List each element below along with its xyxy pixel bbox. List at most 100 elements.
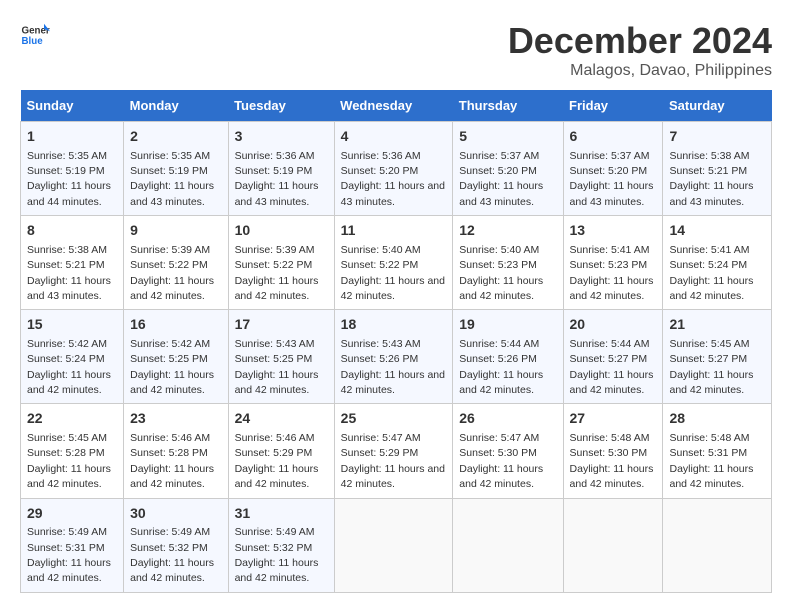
cell-info: Sunrise: 5:46 AMSunset: 5:29 PMDaylight:… xyxy=(235,432,319,490)
calendar-cell: 7 Sunrise: 5:38 AMSunset: 5:21 PMDaylight… xyxy=(663,122,772,216)
calendar-cell: 6Sunrise: 5:37 AMSunset: 5:20 PMDaylight… xyxy=(563,122,663,216)
calendar-cell: 14 Sunrise: 5:41 AMSunset: 5:24 PMDayligh… xyxy=(663,216,772,310)
day-number: 24 xyxy=(235,409,328,429)
cell-info: Sunrise: 5:37 AMSunset: 5:20 PMDaylight:… xyxy=(570,150,654,208)
cell-info: Sunrise: 5:47 AMSunset: 5:29 PMDaylight:… xyxy=(341,432,445,490)
calendar-cell: 15 Sunrise: 5:42 AMSunset: 5:24 PMDayligh… xyxy=(21,310,124,404)
calendar-cell: 16 Sunrise: 5:42 AMSunset: 5:25 PMDayligh… xyxy=(124,310,228,404)
calendar-cell: 27Sunrise: 5:48 AMSunset: 5:30 PMDayligh… xyxy=(563,404,663,498)
day-number: 23 xyxy=(130,409,221,429)
title-area: December 2024 Malagos, Davao, Philippine… xyxy=(508,20,772,80)
cell-info: Sunrise: 5:49 AMSunset: 5:32 PMDaylight:… xyxy=(235,526,319,584)
day-number: 25 xyxy=(341,409,447,429)
cell-info: Sunrise: 5:35 AMSunset: 5:19 PMDaylight:… xyxy=(27,150,111,208)
day-number: 9 xyxy=(130,221,221,241)
cell-info: Sunrise: 5:40 AMSunset: 5:22 PMDaylight:… xyxy=(341,244,445,302)
header-thursday: Thursday xyxy=(453,90,563,122)
calendar-cell xyxy=(453,498,563,592)
cell-info: Sunrise: 5:37 AMSunset: 5:20 PMDaylight:… xyxy=(459,150,543,208)
logo: General Blue xyxy=(20,20,50,50)
calendar-cell: 9 Sunrise: 5:39 AMSunset: 5:22 PMDaylight… xyxy=(124,216,228,310)
calendar-cell: 1 Sunrise: 5:35 AMSunset: 5:19 PMDaylight… xyxy=(21,122,124,216)
calendar-cell: 23Sunrise: 5:46 AMSunset: 5:28 PMDayligh… xyxy=(124,404,228,498)
header-row: SundayMondayTuesdayWednesdayThursdayFrid… xyxy=(21,90,772,122)
cell-info: Sunrise: 5:42 AMSunset: 5:25 PMDaylight:… xyxy=(130,338,214,396)
calendar-week-row: 8Sunrise: 5:38 AMSunset: 5:21 PMDaylight… xyxy=(21,216,772,310)
header-saturday: Saturday xyxy=(663,90,772,122)
day-number: 14 xyxy=(669,221,765,241)
cell-info: Sunrise: 5:42 AMSunset: 5:24 PMDaylight:… xyxy=(27,338,111,396)
cell-info: Sunrise: 5:40 AMSunset: 5:23 PMDaylight:… xyxy=(459,244,543,302)
day-number: 28 xyxy=(669,409,765,429)
calendar-cell: 5 Sunrise: 5:37 AMSunset: 5:20 PMDaylight… xyxy=(453,122,563,216)
calendar-cell: 28 Sunrise: 5:48 AMSunset: 5:31 PMDayligh… xyxy=(663,404,772,498)
day-number: 19 xyxy=(459,315,556,335)
calendar-cell: 24 Sunrise: 5:46 AMSunset: 5:29 PMDayligh… xyxy=(228,404,334,498)
calendar-cell: 4Sunrise: 5:36 AMSunset: 5:20 PMDaylight… xyxy=(334,122,453,216)
calendar-cell: 11 Sunrise: 5:40 AMSunset: 5:22 PMDayligh… xyxy=(334,216,453,310)
cell-info: Sunrise: 5:41 AMSunset: 5:24 PMDaylight:… xyxy=(669,244,753,302)
day-number: 7 xyxy=(669,127,765,147)
calendar-cell: 12 Sunrise: 5:40 AMSunset: 5:23 PMDayligh… xyxy=(453,216,563,310)
day-number: 17 xyxy=(235,315,328,335)
calendar-week-row: 22 Sunrise: 5:45 AMSunset: 5:28 PMDayligh… xyxy=(21,404,772,498)
day-number: 29 xyxy=(27,504,117,524)
cell-info: Sunrise: 5:45 AMSunset: 5:27 PMDaylight:… xyxy=(669,338,753,396)
calendar-cell: 21Sunrise: 5:45 AMSunset: 5:27 PMDayligh… xyxy=(663,310,772,404)
cell-info: Sunrise: 5:36 AMSunset: 5:20 PMDaylight:… xyxy=(341,150,445,208)
calendar-cell xyxy=(563,498,663,592)
calendar-cell: 8Sunrise: 5:38 AMSunset: 5:21 PMDaylight… xyxy=(21,216,124,310)
cell-info: Sunrise: 5:44 AMSunset: 5:26 PMDaylight:… xyxy=(459,338,543,396)
header-wednesday: Wednesday xyxy=(334,90,453,122)
cell-info: Sunrise: 5:49 AMSunset: 5:32 PMDaylight:… xyxy=(130,526,214,584)
calendar-cell xyxy=(334,498,453,592)
cell-info: Sunrise: 5:39 AMSunset: 5:22 PMDaylight:… xyxy=(235,244,319,302)
day-number: 30 xyxy=(130,504,221,524)
calendar-cell: 17Sunrise: 5:43 AMSunset: 5:25 PMDayligh… xyxy=(228,310,334,404)
calendar-cell: 25 Sunrise: 5:47 AMSunset: 5:29 PMDayligh… xyxy=(334,404,453,498)
header-friday: Friday xyxy=(563,90,663,122)
cell-info: Sunrise: 5:45 AMSunset: 5:28 PMDaylight:… xyxy=(27,432,111,490)
calendar-week-row: 15 Sunrise: 5:42 AMSunset: 5:24 PMDayligh… xyxy=(21,310,772,404)
cell-info: Sunrise: 5:48 AMSunset: 5:30 PMDaylight:… xyxy=(570,432,654,490)
calendar-week-row: 29Sunrise: 5:49 AMSunset: 5:31 PMDayligh… xyxy=(21,498,772,592)
page-header: General Blue December 2024 Malagos, Dava… xyxy=(20,20,772,80)
calendar-cell: 3Sunrise: 5:36 AMSunset: 5:19 PMDaylight… xyxy=(228,122,334,216)
day-number: 12 xyxy=(459,221,556,241)
svg-text:Blue: Blue xyxy=(22,36,44,47)
calendar-cell: 2Sunrise: 5:35 AMSunset: 5:19 PMDaylight… xyxy=(124,122,228,216)
cell-info: Sunrise: 5:39 AMSunset: 5:22 PMDaylight:… xyxy=(130,244,214,302)
calendar-cell: 13 Sunrise: 5:41 AMSunset: 5:23 PMDayligh… xyxy=(563,216,663,310)
day-number: 26 xyxy=(459,409,556,429)
day-number: 18 xyxy=(341,315,447,335)
day-number: 15 xyxy=(27,315,117,335)
cell-info: Sunrise: 5:48 AMSunset: 5:31 PMDaylight:… xyxy=(669,432,753,490)
day-number: 22 xyxy=(27,409,117,429)
cell-info: Sunrise: 5:49 AMSunset: 5:31 PMDaylight:… xyxy=(27,526,111,584)
main-title: December 2024 xyxy=(508,20,772,62)
cell-info: Sunrise: 5:38 AMSunset: 5:21 PMDaylight:… xyxy=(669,150,753,208)
cell-info: Sunrise: 5:43 AMSunset: 5:26 PMDaylight:… xyxy=(341,338,445,396)
day-number: 3 xyxy=(235,127,328,147)
cell-info: Sunrise: 5:41 AMSunset: 5:23 PMDaylight:… xyxy=(570,244,654,302)
calendar-cell: 29Sunrise: 5:49 AMSunset: 5:31 PMDayligh… xyxy=(21,498,124,592)
day-number: 16 xyxy=(130,315,221,335)
calendar-cell: 19 Sunrise: 5:44 AMSunset: 5:26 PMDayligh… xyxy=(453,310,563,404)
calendar-cell: 10 Sunrise: 5:39 AMSunset: 5:22 PMDayligh… xyxy=(228,216,334,310)
day-number: 8 xyxy=(27,221,117,241)
day-number: 1 xyxy=(27,127,117,147)
calendar-cell xyxy=(663,498,772,592)
day-number: 11 xyxy=(341,221,447,241)
cell-info: Sunrise: 5:47 AMSunset: 5:30 PMDaylight:… xyxy=(459,432,543,490)
subtitle: Malagos, Davao, Philippines xyxy=(508,62,772,80)
calendar-cell: 22 Sunrise: 5:45 AMSunset: 5:28 PMDayligh… xyxy=(21,404,124,498)
calendar-table: SundayMondayTuesdayWednesdayThursdayFrid… xyxy=(20,90,772,593)
header-tuesday: Tuesday xyxy=(228,90,334,122)
day-number: 5 xyxy=(459,127,556,147)
day-number: 10 xyxy=(235,221,328,241)
calendar-week-row: 1 Sunrise: 5:35 AMSunset: 5:19 PMDaylight… xyxy=(21,122,772,216)
header-sunday: Sunday xyxy=(21,90,124,122)
day-number: 20 xyxy=(570,315,657,335)
day-number: 13 xyxy=(570,221,657,241)
header-monday: Monday xyxy=(124,90,228,122)
